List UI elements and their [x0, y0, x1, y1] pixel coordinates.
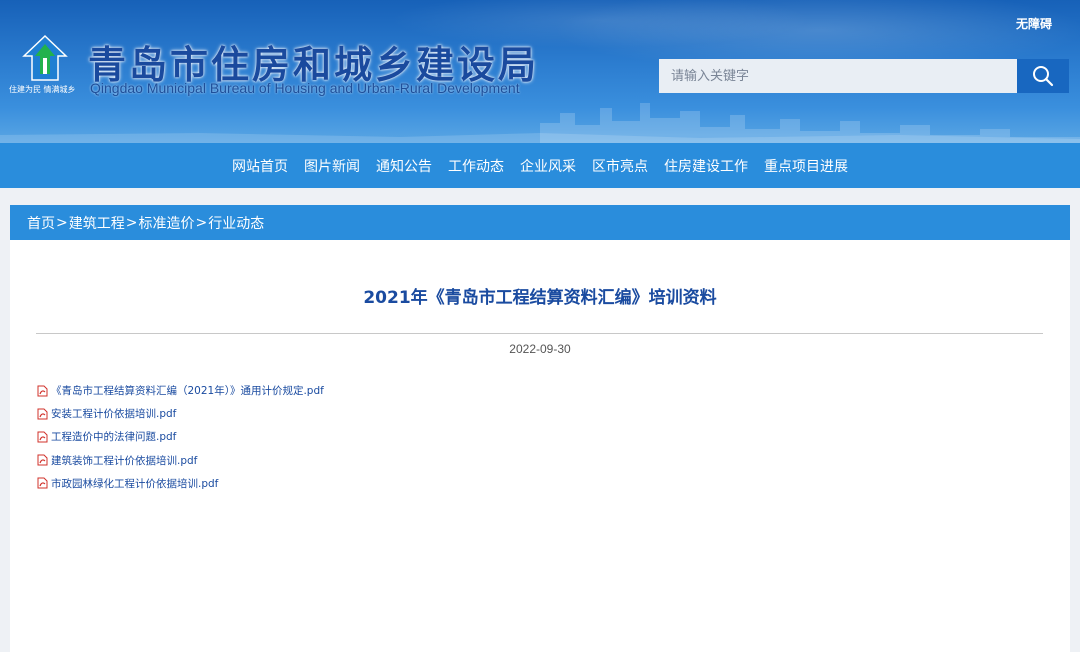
attachment-link[interactable]: 工程造价中的法律问题.pdf: [51, 429, 176, 444]
nav-item-housing-work[interactable]: 住房建设工作: [664, 156, 748, 176]
pdf-file-icon: [37, 477, 48, 489]
search-button[interactable]: [1017, 59, 1069, 93]
bureau-emblem-icon: [22, 34, 68, 81]
search-icon: [1033, 66, 1054, 87]
attachment-link[interactable]: 市政园林绿化工程计价依据培训.pdf: [51, 476, 218, 491]
header-banner: 住建为民 情满城乡 青岛市住房和城乡建设局 Qingdao Municipal …: [0, 0, 1080, 143]
nav-item-key-projects[interactable]: 重点项目进展: [764, 156, 848, 176]
breadcrumb-construction[interactable]: 建筑工程: [69, 213, 125, 233]
attachment-link[interactable]: 建筑装饰工程计价依据培训.pdf: [51, 453, 197, 468]
accessibility-link[interactable]: 无障碍: [1016, 15, 1052, 32]
nav-item-enterprise[interactable]: 企业风采: [520, 156, 576, 176]
list-item: 建筑装饰工程计价依据培训.pdf: [37, 449, 324, 472]
nav-item-notices[interactable]: 通知公告: [376, 156, 432, 176]
attachment-link[interactable]: 安装工程计价依据培训.pdf: [51, 406, 176, 421]
list-item: 市政园林绿化工程计价依据培训.pdf: [37, 472, 324, 495]
site-subtitle: Qingdao Municipal Bureau of Housing and …: [90, 80, 520, 96]
attachment-list: 《青岛市工程结算资料汇编（2021年）》通用计价规定.pdf 安装工程计价依据培…: [37, 379, 324, 495]
attachment-link[interactable]: 《青岛市工程结算资料汇编（2021年）》通用计价规定.pdf: [51, 383, 324, 398]
content-panel: 首页 > 建筑工程 > 标准造价 > 行业动态 2021年《青岛市工程结算资料汇…: [10, 205, 1070, 652]
nav-item-work-updates[interactable]: 工作动态: [448, 156, 504, 176]
pdf-file-icon: [37, 385, 48, 397]
breadcrumb-home[interactable]: 首页: [27, 213, 55, 233]
title-divider: [36, 333, 1043, 334]
search-input[interactable]: [659, 59, 1017, 93]
pdf-file-icon: [37, 454, 48, 466]
logo-slogan: 住建为民 情满城乡: [9, 85, 76, 94]
breadcrumb-separator: >: [125, 214, 138, 231]
breadcrumb-industry-news[interactable]: 行业动态: [208, 213, 264, 233]
list-item: 安装工程计价依据培训.pdf: [37, 402, 324, 425]
breadcrumb-standard-cost[interactable]: 标准造价: [138, 213, 194, 233]
list-item: 工程造价中的法律问题.pdf: [37, 425, 324, 448]
pdf-file-icon: [37, 431, 48, 443]
list-item: 《青岛市工程结算资料汇编（2021年）》通用计价规定.pdf: [37, 379, 324, 402]
nav-item-district-highlights[interactable]: 区市亮点: [592, 156, 648, 176]
breadcrumb: 首页 > 建筑工程 > 标准造价 > 行业动态: [10, 205, 1070, 240]
breadcrumb-separator: >: [195, 214, 208, 231]
pdf-file-icon: [37, 408, 48, 420]
nav-item-home[interactable]: 网站首页: [232, 156, 288, 176]
main-nav: 网站首页 图片新闻 通知公告 工作动态 企业风采 区市亮点 住房建设工作 重点项…: [0, 143, 1080, 188]
article-date: 2022-09-30: [509, 342, 571, 356]
article-title: 2021年《青岛市工程结算资料汇编》培训资料: [363, 288, 717, 308]
breadcrumb-separator: >: [56, 214, 68, 231]
nav-item-photo-news[interactable]: 图片新闻: [304, 156, 360, 176]
